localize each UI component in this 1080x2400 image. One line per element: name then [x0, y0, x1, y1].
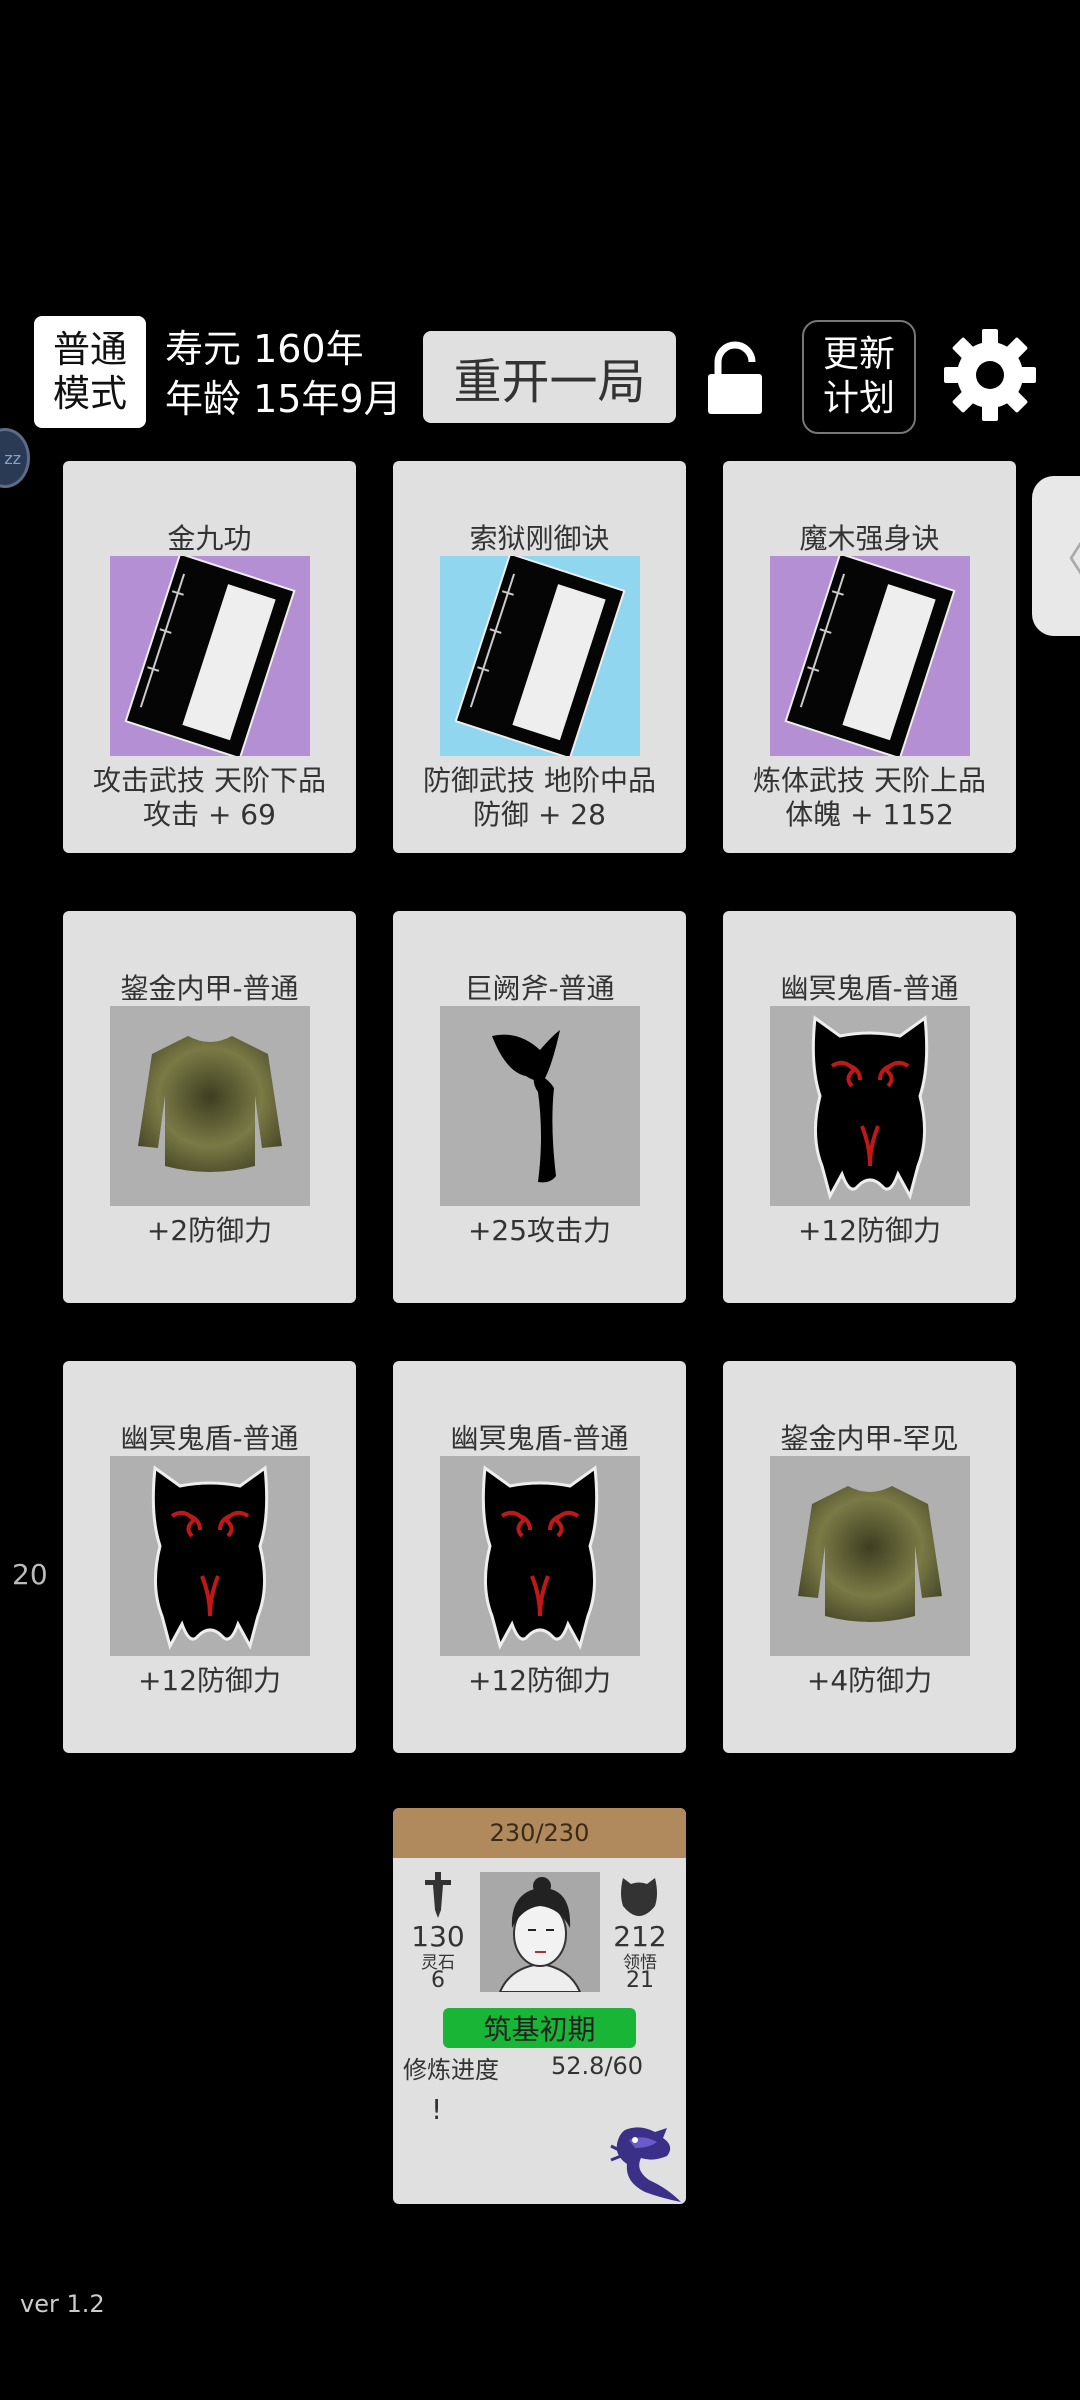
alert-mark[interactable]: ! [431, 2093, 442, 2126]
skill-card[interactable]: 魔木强身诀 炼体武技 天阶上品 体魄 + 1152 [723, 461, 1016, 853]
equipment-effect: +2防御力 [146, 1214, 273, 1247]
equipment-effect: +12防御力 [797, 1214, 942, 1247]
equipment-effect: +12防御力 [137, 1664, 282, 1697]
equipment-name: 鋆金内甲-罕见 [780, 1422, 959, 1455]
portrait-image [498, 1877, 582, 1992]
side-drawer-tab[interactable]: 〈 [1032, 476, 1080, 636]
progress-label: 修炼进度 [403, 2056, 499, 2084]
equipment-name: 巨阙斧-普通 [464, 972, 615, 1005]
side-badge[interactable]: zz [0, 428, 30, 488]
restart-button[interactable]: 重开一局 [423, 331, 676, 423]
equipment-effect: +25攻击力 [467, 1214, 612, 1247]
update-plan-button[interactable]: 更新 计划 [802, 320, 916, 434]
gear-icon[interactable] [940, 325, 1040, 425]
equipment-card[interactable]: 鋆金内甲-罕见 +4防御力 [723, 1361, 1016, 1753]
skill-name: 金九功 [167, 522, 252, 555]
equipment-card[interactable]: 幽冥鬼盾-普通 +12防御力 [723, 911, 1016, 1303]
defense-value: 212 [613, 1920, 667, 1953]
lock-icon[interactable] [704, 340, 766, 416]
skill-card[interactable]: 金九功 攻击武技 天阶下品 攻击 + 69 [63, 461, 356, 853]
book-icon [110, 556, 310, 756]
character-card[interactable]: 230/230 130 灵石 6 212 领悟 21 筑基初期 修炼进度 52.… [393, 1808, 686, 2204]
update-line2: 计划 [822, 378, 895, 419]
equipment-card[interactable]: 幽冥鬼盾-普通 +12防御力 [393, 1361, 686, 1753]
attack-value: 130 [411, 1920, 465, 1953]
stone-value: 6 [431, 1968, 445, 1993]
life-info: 寿元 160年 年龄 15年9月 [165, 324, 402, 424]
book-icon [770, 556, 970, 756]
equipment-name: 幽冥鬼盾-普通 [120, 1422, 299, 1455]
shirt-icon [110, 1006, 310, 1206]
equipment-effect: +12防御力 [467, 1664, 612, 1697]
shield-icon [440, 1456, 640, 1656]
equipment-name: 鋆金内甲-普通 [120, 972, 299, 1005]
dragon-pet-icon[interactable] [605, 2120, 686, 2204]
hp-bar: 230/230 [393, 1808, 686, 1858]
realm-badge: 筑基初期 [443, 2008, 636, 2048]
mode-button[interactable]: 普通 模式 [34, 316, 146, 428]
shirt-icon [770, 1456, 970, 1656]
skill-name: 索狱刚御诀 [469, 522, 610, 555]
equipment-effect: +4防御力 [806, 1664, 933, 1697]
version-label: ver 1.2 [20, 2290, 105, 2318]
insight-value: 21 [626, 1968, 654, 1993]
skill-card[interactable]: 索狱刚御诀 防御武技 地阶中品 防御 + 28 [393, 461, 686, 853]
equipment-card[interactable]: 鋆金内甲-普通 +2防御力 [63, 911, 356, 1303]
mode-line1: 普通 [53, 328, 127, 371]
lifespan-text: 寿元 160年 [165, 327, 364, 371]
shield-icon [110, 1456, 310, 1656]
avatar [480, 1872, 600, 1992]
age-text: 年龄 15年9月 [165, 377, 402, 421]
equipment-card[interactable]: 幽冥鬼盾-普通 +12防御力 [63, 1361, 356, 1753]
skill-bonus: 体魄 + 1152 [785, 798, 954, 831]
shield-icon [770, 1006, 970, 1206]
book-icon [440, 556, 640, 756]
skill-name: 魔木强身诀 [799, 522, 940, 555]
shield-icon [621, 1878, 657, 1916]
mode-line2: 模式 [53, 372, 127, 415]
equipment-card[interactable]: 巨阙斧-普通 +25攻击力 [393, 911, 686, 1303]
skill-bonus: 防御 + 28 [473, 798, 606, 831]
axe-icon [440, 1006, 640, 1206]
update-line1: 更新 [822, 334, 895, 375]
sword-icon [425, 1872, 451, 1918]
skill-bonus: 攻击 + 69 [143, 798, 276, 831]
equipment-name: 幽冥鬼盾-普通 [450, 1422, 629, 1455]
equipment-name: 幽冥鬼盾-普通 [780, 972, 959, 1005]
progress-value: 52.8/60 [551, 2052, 644, 2080]
side-number: 20 [12, 1558, 48, 1591]
